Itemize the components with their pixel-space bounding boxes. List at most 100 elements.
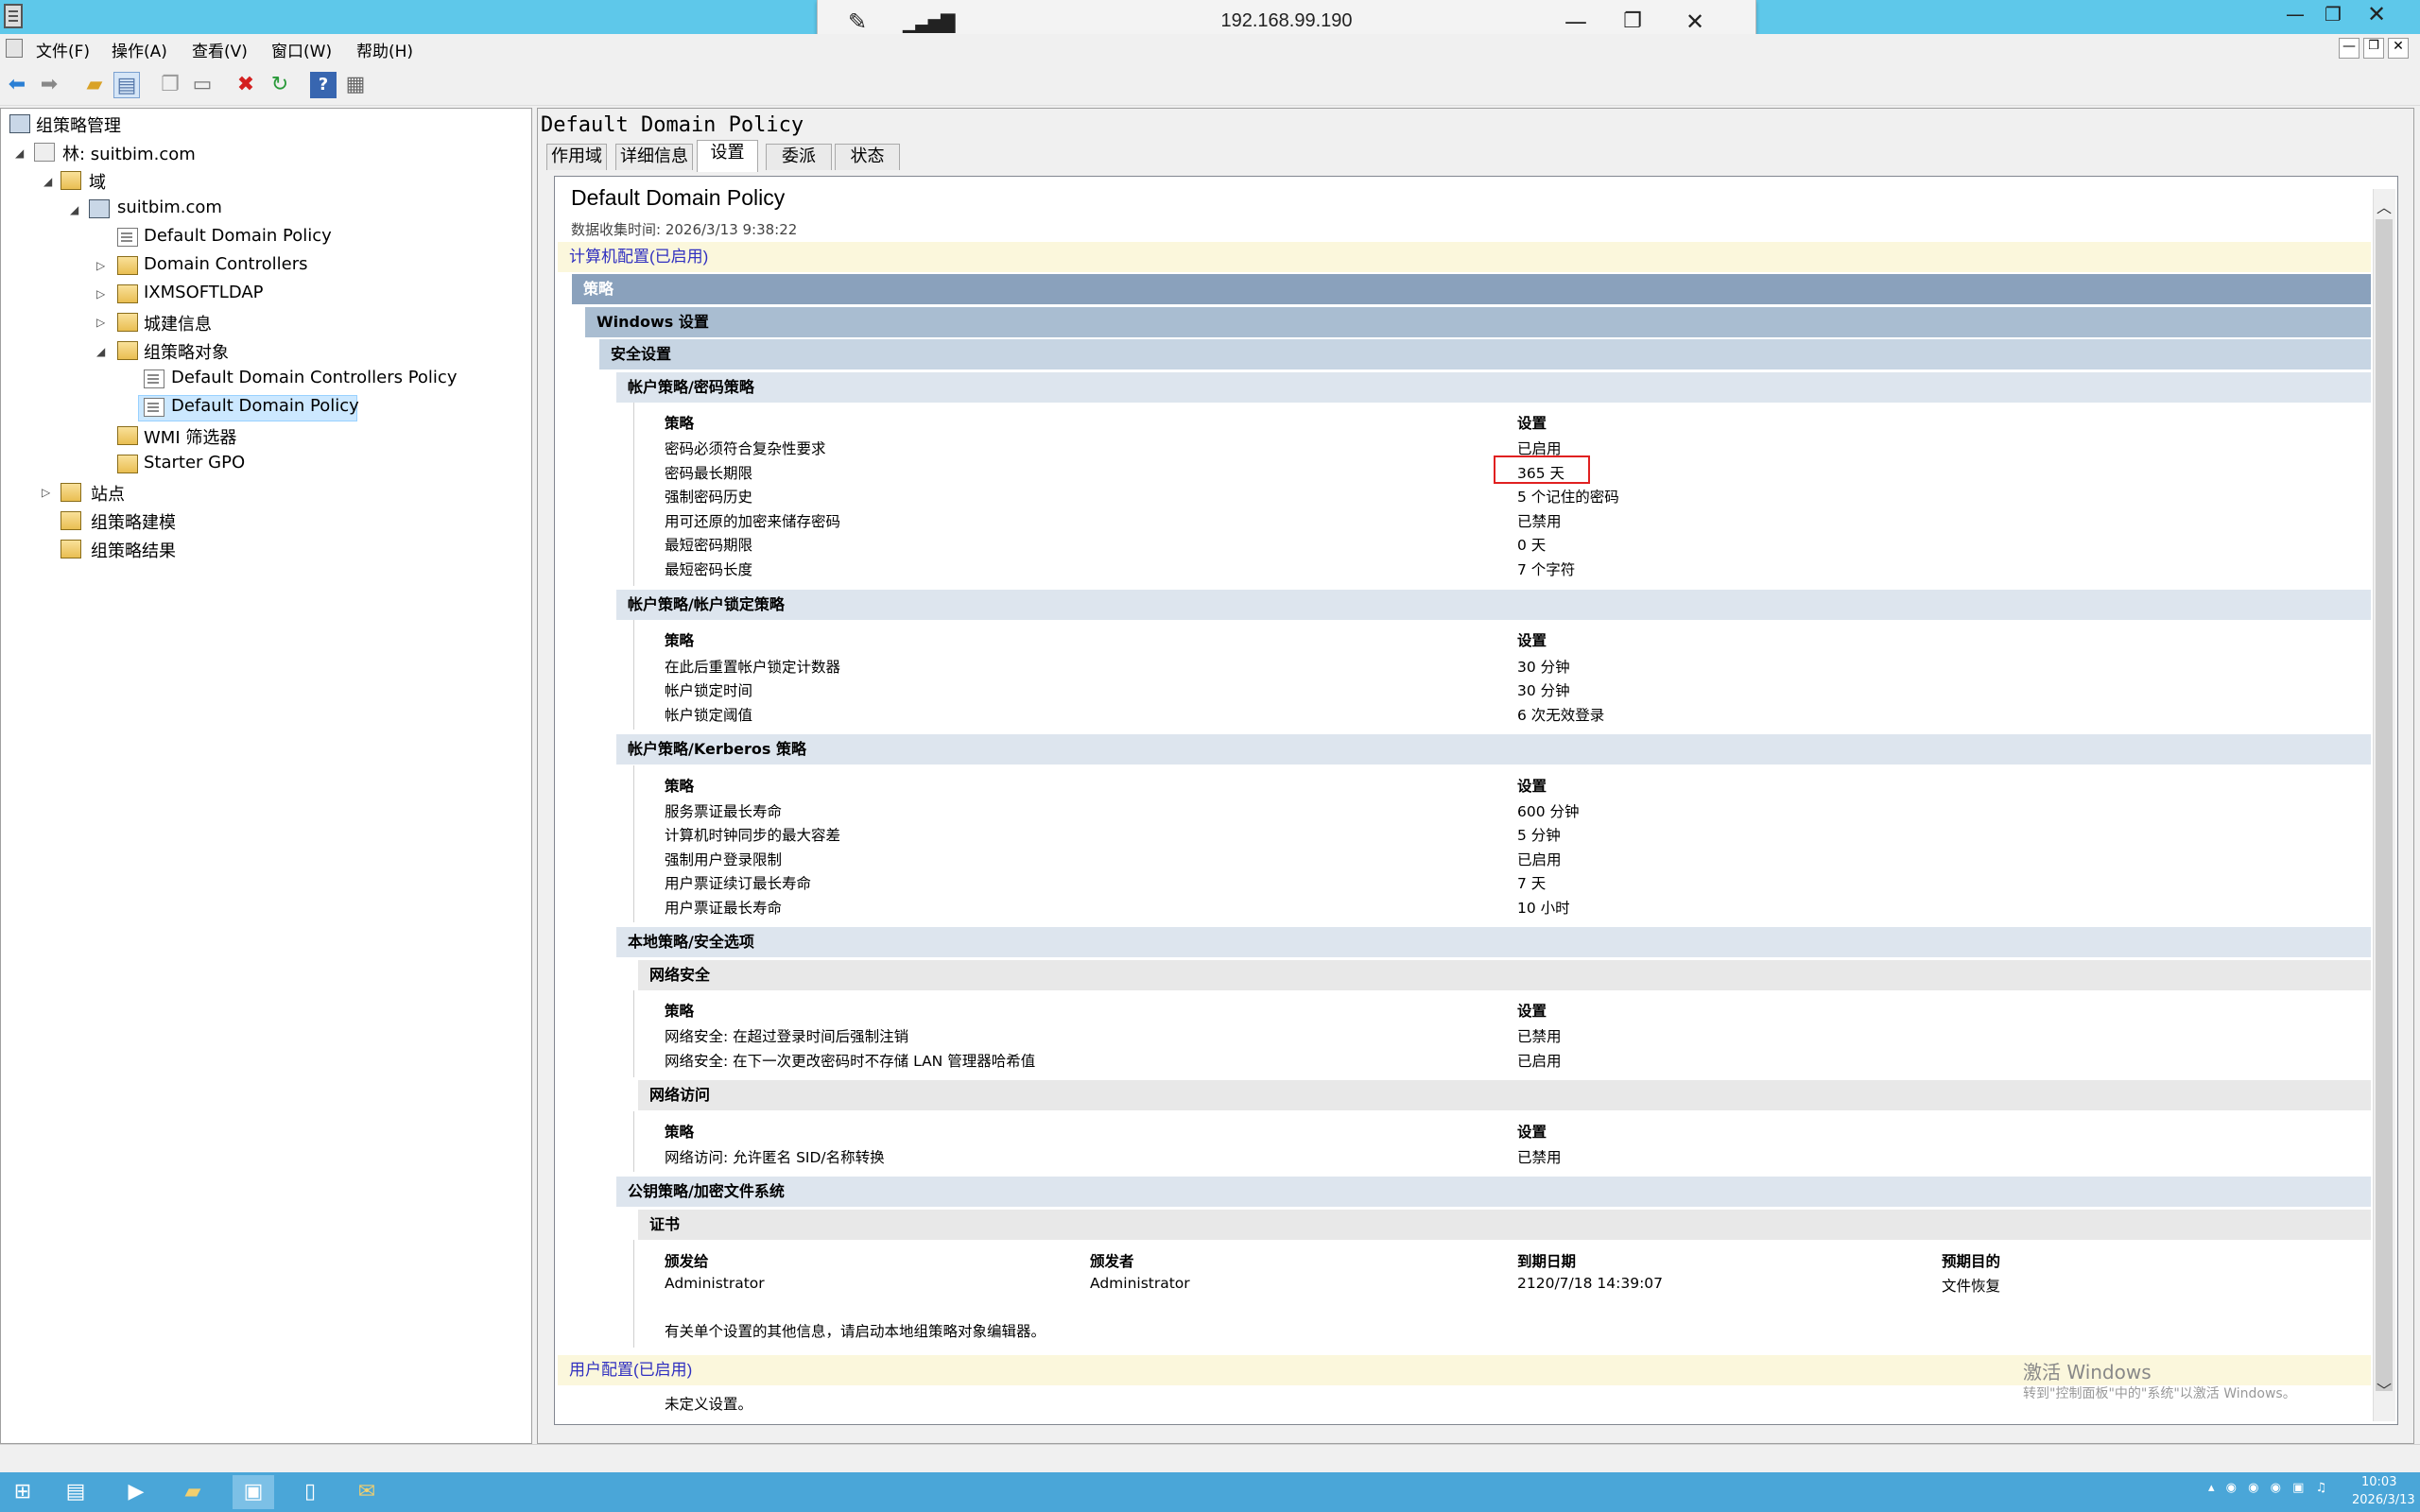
tree-gpo-objects[interactable]: 组策略对象 bbox=[144, 339, 229, 364]
inner-restore-icon[interactable]: ❐ bbox=[2363, 38, 2384, 59]
tab-settings[interactable]: 设置 bbox=[697, 140, 758, 172]
tree-starter-gpo[interactable]: Starter GPO bbox=[144, 453, 245, 472]
lockout-policy-header[interactable]: 帐户策略/帐户锁定策略 bbox=[616, 590, 2371, 620]
tree-modeling[interactable]: 组策略建模 bbox=[91, 509, 176, 534]
scroll-up-icon[interactable]: ︿ bbox=[2375, 195, 2394, 216]
show-hide-tree-icon[interactable]: ▤ bbox=[113, 72, 140, 98]
menu-file[interactable]: 文件(F) bbox=[36, 38, 90, 61]
explorer-icon[interactable]: ▰ bbox=[172, 1475, 214, 1509]
copy-icon[interactable]: ❐ bbox=[157, 72, 183, 98]
policy-name: 服务票证最长寿命 bbox=[665, 803, 783, 820]
policy-value: 30 分钟 bbox=[1517, 682, 1570, 699]
tab-details[interactable]: 详细信息 bbox=[615, 144, 693, 170]
delete-icon[interactable]: ✖ bbox=[233, 72, 259, 98]
tree-default-domain-policy-link[interactable]: Default Domain Policy bbox=[144, 226, 332, 246]
activation-watermark-title: 激活 Windows bbox=[2023, 1361, 2152, 1383]
policy-value: 6 次无效登录 bbox=[1517, 707, 1605, 724]
certificates-header[interactable]: 证书 bbox=[638, 1210, 2371, 1240]
col-issued-by: 颁发者 bbox=[1090, 1253, 1134, 1270]
policies-header[interactable]: 策略 bbox=[572, 274, 2371, 304]
network-access-header[interactable]: 网络访问 bbox=[638, 1080, 2371, 1110]
policy-value: 已启用 bbox=[1517, 851, 1562, 868]
forward-icon[interactable]: ➡ bbox=[36, 72, 62, 98]
tab-scope[interactable]: 作用域 bbox=[546, 144, 607, 170]
tree-default-domain-policy[interactable]: Default Domain Policy bbox=[171, 396, 359, 416]
network-security-header[interactable]: 网络安全 bbox=[638, 960, 2371, 990]
computer-config-header[interactable]: 计算机配置(已启用) bbox=[558, 242, 2371, 272]
table-border bbox=[633, 620, 634, 730]
expand-icon[interactable]: ▷ bbox=[96, 316, 105, 329]
menu-help[interactable]: 帮助(H) bbox=[356, 38, 413, 61]
notepad-icon[interactable]: ▯ bbox=[289, 1475, 331, 1509]
expand-icon[interactable]: ▷ bbox=[96, 259, 105, 272]
tree-ixmsoftldap[interactable]: IXMSOFTLDAP bbox=[144, 283, 264, 302]
tree-forest[interactable]: 林: suitbim.com bbox=[62, 141, 196, 165]
inner-minimize-icon[interactable]: — bbox=[2339, 38, 2360, 59]
collapse-icon[interactable]: ◢ bbox=[96, 345, 105, 358]
folder-up-icon[interactable]: ▰ bbox=[81, 72, 108, 98]
menu-window[interactable]: 窗口(W) bbox=[271, 38, 332, 61]
restore-icon[interactable]: ❐ bbox=[2316, 0, 2350, 30]
start-icon[interactable]: ⊞ bbox=[2, 1475, 43, 1509]
gpo-link-icon bbox=[117, 228, 138, 247]
scroll-down-icon[interactable]: ﹀ bbox=[2375, 1378, 2394, 1400]
clock-date[interactable]: 2026/3/13 bbox=[2352, 1493, 2415, 1507]
server-manager-icon[interactable]: ▤ bbox=[55, 1475, 96, 1509]
policy-name: 最短密码期限 bbox=[665, 537, 753, 554]
tree-results[interactable]: 组策略结果 bbox=[91, 538, 176, 562]
tree-city-info[interactable]: 城建信息 bbox=[144, 311, 212, 335]
table-border bbox=[633, 1240, 634, 1348]
minimize-icon[interactable]: — bbox=[2278, 0, 2312, 30]
efs-policy-header[interactable]: 公钥策略/加密文件系统 bbox=[616, 1177, 2371, 1207]
tab-delegation[interactable]: 委派 bbox=[766, 144, 832, 170]
inner-close-icon[interactable]: ✕ bbox=[2388, 38, 2409, 59]
wmi-filter-icon bbox=[117, 426, 138, 445]
password-policy-header[interactable]: 帐户策略/密码策略 bbox=[616, 372, 2371, 403]
paste-icon[interactable]: ▭ bbox=[189, 72, 216, 98]
properties-icon[interactable]: ▦ bbox=[342, 72, 369, 98]
tree-domain[interactable]: suitbim.com bbox=[117, 198, 222, 217]
windows-settings-header[interactable]: Windows 设置 bbox=[585, 307, 2371, 337]
tree-domain-controllers[interactable]: Domain Controllers bbox=[144, 254, 308, 274]
activation-watermark-text: 转到"控制面板"中的"系统"以激活 Windows。 bbox=[2023, 1386, 2296, 1401]
menu-view[interactable]: 查看(V) bbox=[192, 38, 248, 61]
col-setting: 设置 bbox=[1517, 415, 1547, 432]
back-icon[interactable]: ⬅ bbox=[4, 72, 30, 98]
tree-pane bbox=[0, 108, 532, 1444]
refresh-icon[interactable]: ↻ bbox=[267, 72, 293, 98]
table-border bbox=[633, 990, 634, 1077]
tree-domains[interactable]: 域 bbox=[89, 169, 106, 194]
clock-time[interactable]: 10:03 bbox=[2361, 1475, 2396, 1489]
tray-icons[interactable]: ▴ ◉ ◉ ◉ ▣ ♫ bbox=[2208, 1481, 2330, 1495]
menu-action[interactable]: 操作(A) bbox=[112, 38, 167, 61]
ou-icon bbox=[117, 313, 138, 332]
expand-icon[interactable]: ▷ bbox=[96, 287, 105, 301]
tree-sites[interactable]: 站点 bbox=[91, 481, 125, 506]
collapse-icon[interactable]: ◢ bbox=[70, 203, 78, 216]
policy-value: 7 天 bbox=[1517, 875, 1547, 892]
powershell-icon[interactable]: ▶ bbox=[115, 1475, 157, 1509]
tab-status[interactable]: 状态 bbox=[835, 144, 900, 170]
table-border bbox=[633, 1111, 634, 1172]
policy-name: 强制用户登录限制 bbox=[665, 851, 783, 868]
security-settings-header[interactable]: 安全设置 bbox=[599, 339, 2371, 369]
ou-icon bbox=[117, 284, 138, 303]
collapse-icon[interactable]: ◢ bbox=[15, 146, 24, 160]
rdp-close-button[interactable]: ✕ bbox=[1674, 6, 1716, 38]
tree-default-domain-controllers-policy[interactable]: Default Domain Controllers Policy bbox=[171, 368, 457, 387]
help-icon[interactable]: ? bbox=[310, 72, 337, 98]
collapse-icon[interactable]: ◢ bbox=[43, 175, 52, 188]
tree-wmi-filters[interactable]: WMI 筛选器 bbox=[144, 424, 236, 449]
gpmc-icon[interactable]: ▣ bbox=[233, 1475, 274, 1509]
expand-icon[interactable]: ▷ bbox=[42, 486, 50, 499]
close-icon[interactable]: ✕ bbox=[2360, 0, 2394, 30]
security-options-header[interactable]: 本地策略/安全选项 bbox=[616, 927, 2371, 957]
scroll-thumb[interactable] bbox=[2376, 219, 2393, 1391]
highlight-box bbox=[1494, 455, 1590, 484]
kerberos-policy-header[interactable]: 帐户策略/Kerberos 策略 bbox=[616, 734, 2371, 765]
tree-root[interactable]: 组策略管理 bbox=[36, 112, 121, 137]
rdp-restore-button[interactable]: ❐ bbox=[1612, 6, 1653, 38]
gpo-folder-icon bbox=[117, 341, 138, 360]
rdp-minimize-button[interactable]: — bbox=[1555, 6, 1597, 38]
certificate-icon[interactable]: ✉ bbox=[346, 1475, 388, 1509]
